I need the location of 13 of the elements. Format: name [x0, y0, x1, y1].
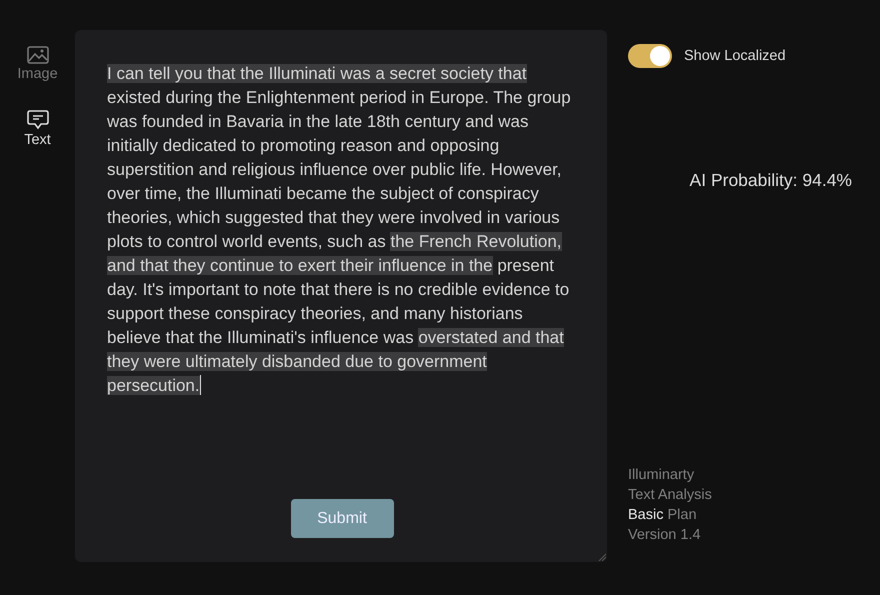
app-name: Illuminarty [628, 466, 696, 485]
resize-grip-icon[interactable] [598, 553, 606, 561]
nav-item[interactable]: Image [8, 46, 68, 82]
nav-item[interactable]: Text [8, 110, 68, 148]
plan-text: Basic Plan [628, 506, 698, 525]
toggle-label: Show Localized [684, 48, 786, 64]
toggle-switch[interactable] [628, 44, 672, 68]
version-text: Version 1.4 [628, 526, 702, 545]
probability-text: AI Probability: 94.4% [690, 170, 852, 191]
image-icon [26, 46, 48, 64]
product-name: Text Analysis [628, 486, 713, 505]
chat-icon [26, 110, 48, 130]
text-paragraph[interactable]: I can tell you that the Illuminati was a secret society that existed during the Enlightenment period in Europe. The group was founded in Bavaria in the late 18th century and was initially dedicated to promoting reason and opposing superstition and religious influence over public life. However, over time, the Illuminati became the subject of conspiracy theories, which suggested that they were involved in various plots to control world events, such as the French Revolution, and that they continue to exert their influence in the present day. It's important to note that there is no credible evidence to support these conspiracy theories, and many historians believe that the Illuminati's influence was overstated and that they were ultimately disbanded due to government persecution. [107, 62, 571, 398]
